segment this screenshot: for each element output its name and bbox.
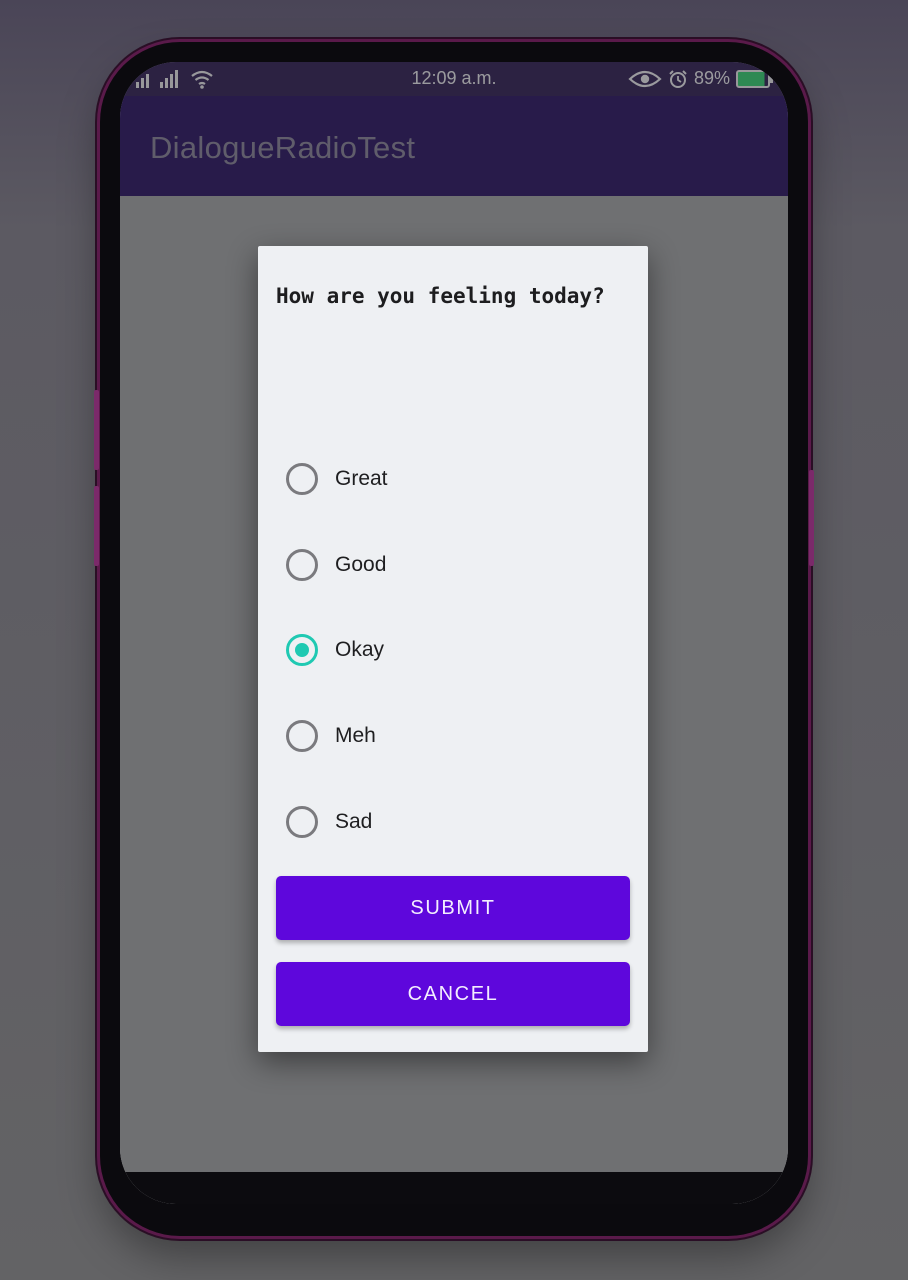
radio-button-checked-icon[interactable] [286,634,318,666]
radio-option-sad[interactable]: Sad [286,802,372,842]
cancel-button[interactable]: CANCEL [276,962,630,1026]
radio-option-good[interactable]: Good [286,545,386,585]
submit-button[interactable]: SUBMIT [276,876,630,940]
radio-button-icon[interactable] [286,549,318,581]
radio-label: Great [335,467,388,490]
radio-button-icon[interactable] [286,720,318,752]
radio-label: Okay [335,638,385,661]
phone-screen: 12:09 a.m. 89% DialogueRadioTest How are… [120,62,788,1204]
power-button [809,470,814,566]
radio-label: Meh [335,724,376,747]
phone-bottom-bezel [120,1172,788,1204]
radio-label: Good [335,553,387,576]
radio-button-icon[interactable] [286,806,318,838]
dialog-title: How are you feeling today? [276,284,605,308]
radio-button-icon[interactable] [286,463,318,495]
feeling-dialog: How are you feeling today? Great Good Ok… [258,246,648,1052]
radio-option-meh[interactable]: Meh [286,716,376,756]
radio-option-great[interactable]: Great [286,459,388,499]
volume-button [94,390,99,470]
radio-label: Sad [335,810,373,833]
radio-option-okay[interactable]: Okay [286,630,384,670]
volume-button [94,486,99,566]
